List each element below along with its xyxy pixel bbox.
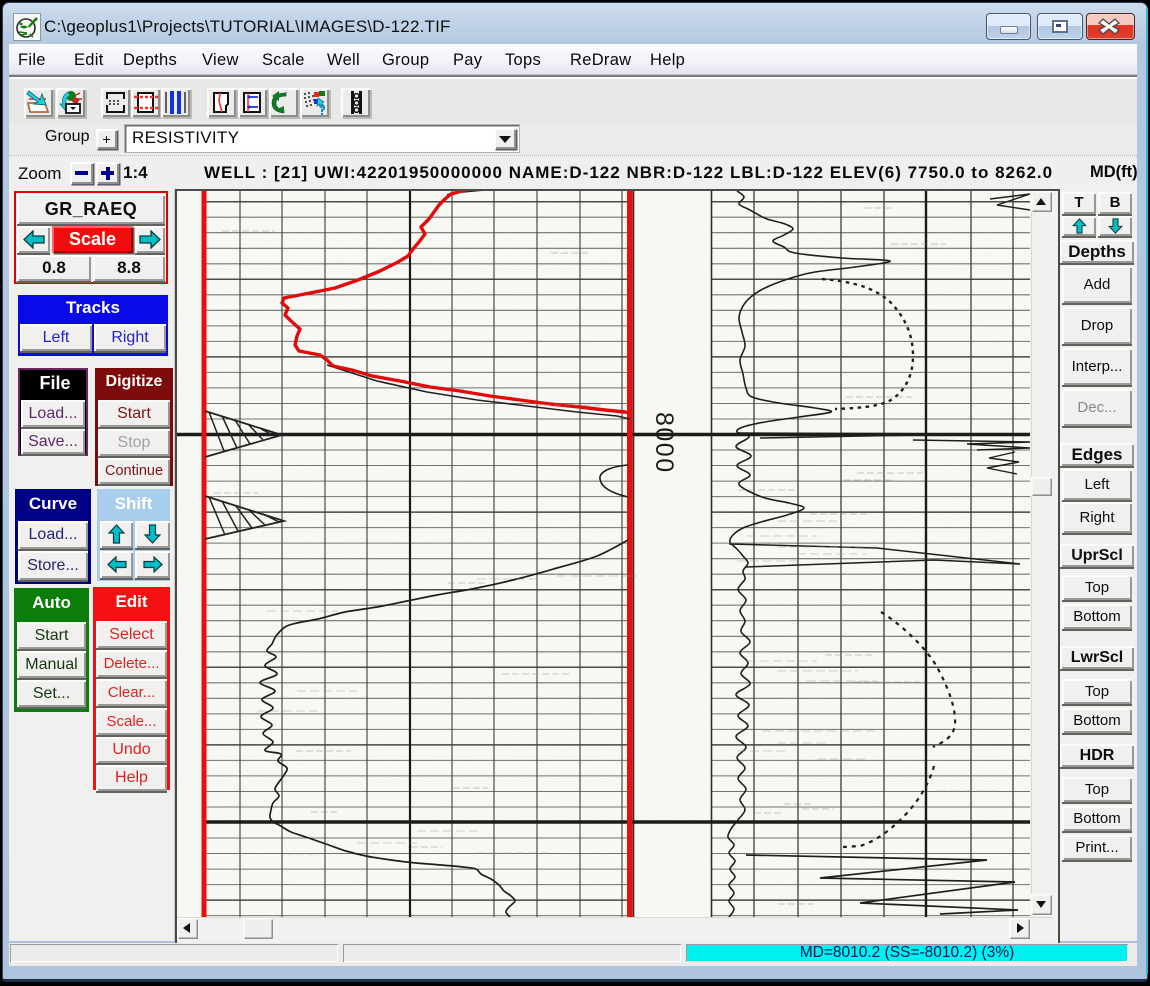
svg-text:8000: 8000 [650,412,678,474]
